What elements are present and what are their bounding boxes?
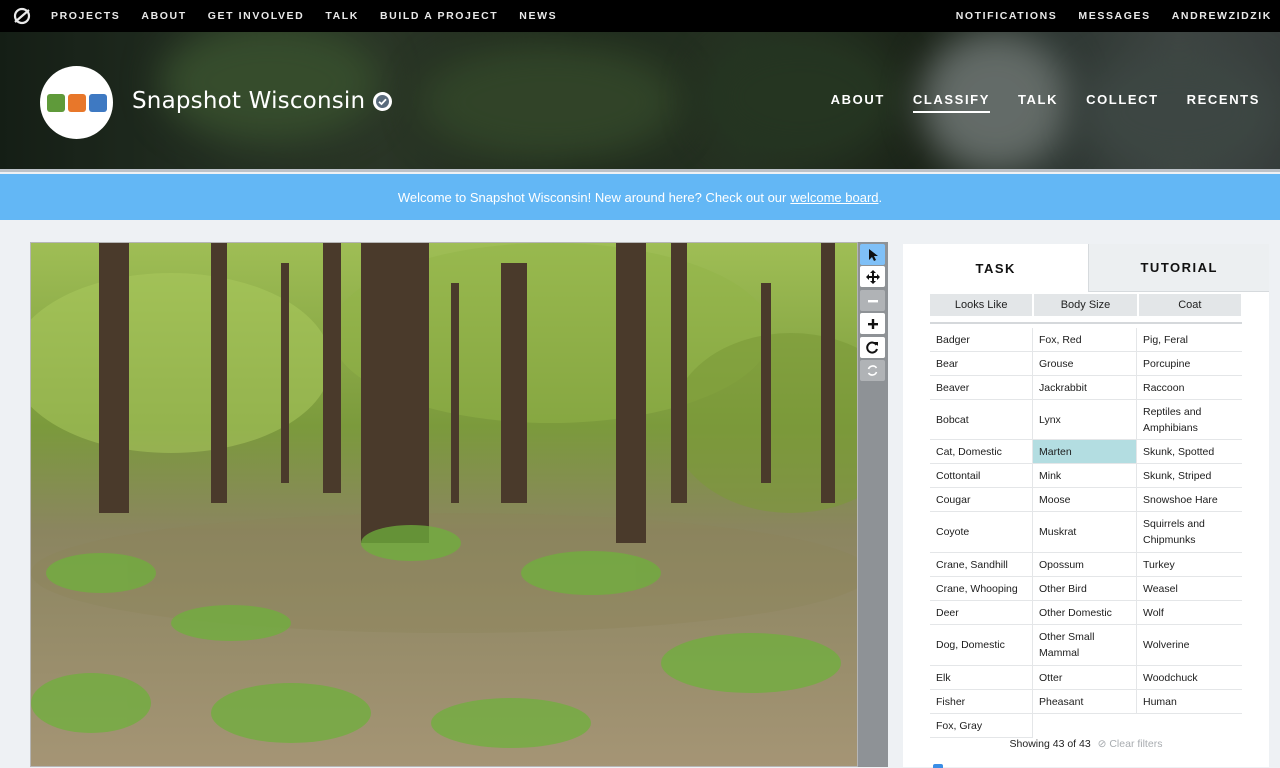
choice-raccoon[interactable]: Raccoon — [1137, 376, 1242, 400]
site-nav-notifications[interactable]: NOTIFICATIONS — [956, 10, 1058, 22]
choice-squirrels-and-chipmunks[interactable]: Squirrels and Chipmunks — [1137, 512, 1242, 553]
project-nav-classify[interactable]: CLASSIFY — [912, 92, 990, 113]
filter-body-size[interactable]: Body Size — [1034, 294, 1137, 316]
clear-filters-button[interactable]: ⊘ Clear filters — [1098, 738, 1163, 750]
empty-cell — [1137, 714, 1242, 738]
choice-porcupine[interactable]: Porcupine — [1137, 352, 1242, 376]
tree-icon — [46, 93, 65, 112]
subject-image[interactable] — [30, 242, 858, 767]
choice-deer[interactable]: Deer — [930, 601, 1033, 625]
clear-filters-label: Clear filters — [1109, 738, 1163, 750]
project-avatar[interactable] — [40, 66, 113, 139]
animal-icon — [88, 93, 107, 112]
showing-count: Showing 43 of 43 — [1009, 738, 1091, 750]
image-toolbar — [858, 242, 888, 767]
choice-fox-gray[interactable]: Fox, Gray — [930, 714, 1033, 738]
announcement-suffix: . — [878, 189, 883, 205]
choice-bear[interactable]: Bear — [930, 352, 1033, 376]
filter-status: Showing 43 of 43 ⊘ Clear filters — [903, 738, 1269, 750]
site-topbar: PROJECTS ABOUT GET INVOLVED TALK BUILD A PRO… — [0, 0, 1280, 32]
choice-skunk-striped[interactable]: Skunk, Striped — [1137, 464, 1242, 488]
choice-bobcat[interactable]: Bobcat — [930, 400, 1033, 440]
choice-jackrabbit[interactable]: Jackrabbit — [1033, 376, 1137, 400]
project-nav-talk[interactable]: TALK — [1018, 92, 1058, 113]
project-nav: ABOUT CLASSIFY TALK COLLECT RECENTS — [831, 92, 1260, 113]
filter-coat[interactable]: Coat — [1138, 294, 1241, 316]
site-nav-messages[interactable]: MESSAGES — [1078, 10, 1150, 22]
choice-beaver[interactable]: Beaver — [930, 376, 1033, 400]
choice-dog-domestic[interactable]: Dog, Domestic — [930, 625, 1033, 666]
choice-coyote[interactable]: Coyote — [930, 512, 1033, 553]
filter-bar: Looks Like Body Size Coat — [930, 294, 1241, 316]
site-nav-talk[interactable]: TALK — [325, 10, 359, 22]
empty-cell — [1033, 714, 1137, 738]
user-menu[interactable]: ANDREWZIDZIK — [1172, 10, 1272, 22]
announcement-banner: Welcome to Snapshot Wisconsin! New aroun… — [0, 174, 1280, 220]
site-nav-about[interactable]: ABOUT — [141, 10, 186, 22]
choice-other-domestic[interactable]: Other Domestic — [1033, 601, 1137, 625]
choice-wolf[interactable]: Wolf — [1137, 601, 1242, 625]
panel-tabs: TASK TUTORIAL — [903, 244, 1269, 292]
choice-mink[interactable]: Mink — [1033, 464, 1137, 488]
pointer-icon[interactable] — [860, 244, 885, 265]
choice-moose[interactable]: Moose — [1033, 488, 1137, 512]
choice-lynx[interactable]: Lynx — [1033, 400, 1137, 440]
project-nav-about[interactable]: ABOUT — [831, 92, 885, 113]
choice-other-bird[interactable]: Other Bird — [1033, 577, 1137, 601]
project-nav-recents[interactable]: RECENTS — [1187, 92, 1260, 113]
choice-skunk-spotted[interactable]: Skunk, Spotted — [1137, 440, 1242, 464]
choice-fox-red[interactable]: Fox, Red — [1033, 328, 1137, 352]
site-nav-get-involved[interactable]: GET INVOLVED — [208, 10, 305, 22]
tab-task[interactable]: TASK — [903, 244, 1089, 292]
rotate-icon[interactable] — [860, 337, 885, 358]
choice-grouse[interactable]: Grouse — [1033, 352, 1137, 376]
choice-fisher[interactable]: Fisher — [930, 690, 1033, 714]
choice-crane-whooping[interactable]: Crane, Whooping — [930, 577, 1033, 601]
zoom-out-icon[interactable] — [860, 290, 885, 311]
task-panel: TASK TUTORIAL Looks Like Body Size Coat … — [903, 244, 1269, 768]
site-nav-build-a-project[interactable]: BUILD A PROJECT — [380, 10, 498, 22]
choice-turkey[interactable]: Turkey — [1137, 553, 1242, 577]
move-icon[interactable] — [860, 266, 885, 287]
choice-weasel[interactable]: Weasel — [1137, 577, 1242, 601]
filter-looks-like[interactable]: Looks Like — [930, 294, 1033, 316]
choice-cat-domestic[interactable]: Cat, Domestic — [930, 440, 1033, 464]
site-nav-right: NOTIFICATIONS MESSAGES ANDREWZIDZIK — [935, 10, 1272, 22]
choice-cottontail[interactable]: Cottontail — [930, 464, 1033, 488]
choice-pig-feral[interactable]: Pig, Feral — [1137, 328, 1242, 352]
choice-crane-sandhill[interactable]: Crane, Sandhill — [930, 553, 1033, 577]
choice-snowshoe-hare[interactable]: Snowshoe Hare — [1137, 488, 1242, 512]
choice-muskrat[interactable]: Muskrat — [1033, 512, 1137, 553]
site-nav-news[interactable]: NEWS — [519, 10, 557, 22]
choice-other-small-mammal[interactable]: Other Small Mammal — [1033, 625, 1137, 666]
reset-icon[interactable] — [860, 360, 885, 381]
choice-opossum[interactable]: Opossum — [1033, 553, 1137, 577]
zoom-in-icon[interactable] — [860, 313, 885, 334]
site-nav-projects[interactable]: PROJECTS — [51, 10, 120, 22]
choice-reptiles-and-amphibians[interactable]: Reptiles and Amphibians — [1137, 400, 1242, 440]
choice-elk[interactable]: Elk — [930, 666, 1033, 690]
verified-icon — [373, 92, 392, 111]
choice-badger[interactable]: Badger — [930, 328, 1033, 352]
choice-otter[interactable]: Otter — [1033, 666, 1137, 690]
choice-cougar[interactable]: Cougar — [930, 488, 1033, 512]
welcome-board-link[interactable]: welcome board — [790, 190, 878, 205]
choice-human[interactable]: Human — [1137, 690, 1242, 714]
project-title[interactable]: Snapshot Wisconsin — [132, 88, 365, 114]
site-nav-left: PROJECTS ABOUT GET INVOLVED TALK BUILD A PRO… — [51, 10, 578, 22]
zooniverse-logo-icon[interactable] — [13, 7, 31, 25]
choice-wolverine[interactable]: Wolverine — [1137, 625, 1242, 666]
flower-icon — [67, 93, 86, 112]
choice-marten[interactable]: Marten — [1033, 440, 1137, 464]
announcement-text: Welcome to Snapshot Wisconsin! New aroun… — [397, 189, 787, 205]
project-nav-collect[interactable]: COLLECT — [1086, 92, 1159, 113]
project-header: Snapshot Wisconsin ABOUT CLASSIFY TALK COLL… — [0, 32, 1280, 172]
tab-tutorial[interactable]: TUTORIAL — [1088, 244, 1269, 292]
choice-grid: Badger Fox, Red Pig, Feral Bear Grouse Porcup… — [930, 328, 1242, 738]
choice-woodchuck[interactable]: Woodchuck — [1137, 666, 1242, 690]
checkbox-icon[interactable] — [933, 764, 943, 768]
choice-pheasant[interactable]: Pheasant — [1033, 690, 1137, 714]
